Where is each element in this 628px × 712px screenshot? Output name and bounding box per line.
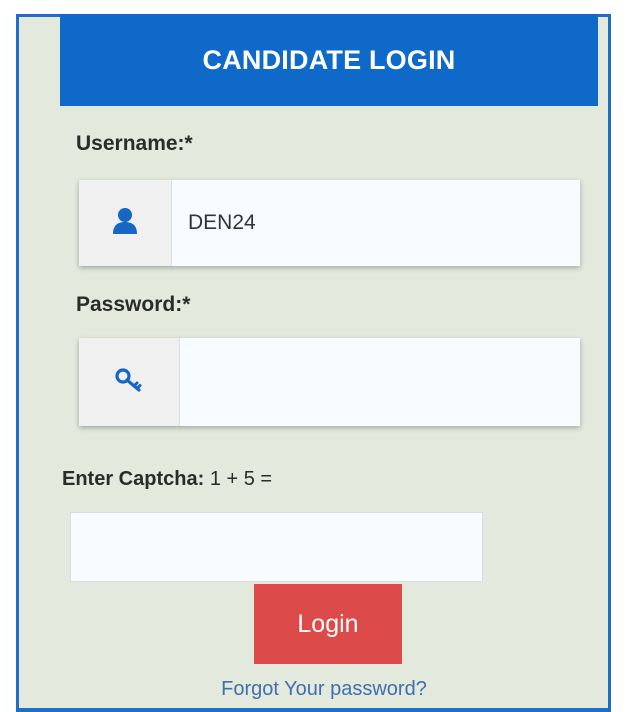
password-addon bbox=[79, 338, 180, 426]
password-group bbox=[79, 338, 580, 426]
username-input[interactable]: DEN24 bbox=[172, 180, 580, 266]
login-header: CANDIDATE LOGIN bbox=[60, 14, 598, 106]
login-title: CANDIDATE LOGIN bbox=[202, 44, 456, 75]
forgot-password-label: Forgot Your password? bbox=[221, 678, 427, 700]
password-label: Password:* bbox=[76, 293, 191, 316]
panel-bottom-border bbox=[16, 708, 611, 712]
captcha-input[interactable] bbox=[70, 512, 483, 582]
page: CANDIDATE LOGIN Username:* DEN24 Passwor… bbox=[0, 0, 628, 712]
password-input[interactable] bbox=[180, 338, 580, 426]
user-icon bbox=[112, 207, 138, 240]
login-button[interactable]: Login bbox=[254, 584, 402, 664]
captcha-label: Enter Captcha: bbox=[62, 468, 205, 490]
captcha-label-row: Enter Captcha: 1 + 5 = bbox=[62, 468, 272, 491]
username-addon bbox=[79, 180, 172, 266]
username-value: DEN24 bbox=[188, 211, 256, 234]
username-group: DEN24 bbox=[79, 180, 580, 266]
forgot-password-link[interactable]: Forgot Your password? bbox=[0, 678, 628, 701]
key-icon bbox=[114, 367, 144, 398]
username-label: Username:* bbox=[76, 132, 193, 155]
captcha-question: 1 + 5 = bbox=[209, 468, 273, 490]
login-button-label: Login bbox=[297, 609, 359, 638]
